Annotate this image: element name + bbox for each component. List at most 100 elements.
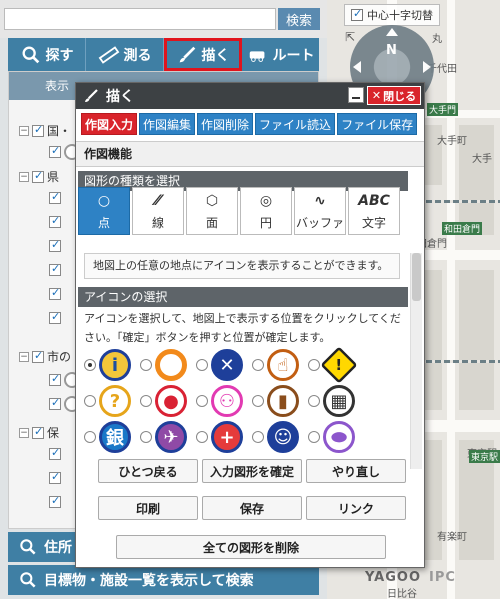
icon-radio[interactable] [308,359,320,371]
book-icon[interactable]: ▮ [267,385,299,417]
tree-checkbox[interactable] [32,123,44,137]
tab-draw-delete[interactable]: 作図削除 [197,113,254,135]
tree-item[interactable] [49,310,61,324]
icon-option[interactable]: ● [140,385,196,417]
icon-radio[interactable] [84,431,96,443]
pan-left-icon[interactable] [353,61,361,73]
tree-checkbox[interactable] [49,190,61,204]
tab-draw-input[interactable]: 作図入力 [81,113,138,135]
tree-item[interactable] [49,446,61,460]
icon-radio[interactable] [196,431,208,443]
expand-icon[interactable]: ⇱ [345,30,355,44]
link-button[interactable]: リンク [306,496,406,520]
tree-item[interactable] [49,238,61,252]
calendar-icon[interactable]: ▦ [323,385,355,417]
helicopter-icon[interactable]: ✈ [155,421,187,453]
shape-circle-button[interactable]: ◎ 円 [240,187,292,235]
tab-file-load[interactable]: ファイル読込 [255,113,336,135]
bicycle-icon[interactable]: ⚇ [211,385,243,417]
tree-item[interactable]: −保 [19,424,59,441]
tree-item[interactable] [49,470,61,484]
tree-checkbox[interactable] [49,446,61,460]
tree-item[interactable]: −県 [19,168,59,185]
tree-checkbox[interactable] [32,349,44,363]
tree-checkbox[interactable] [49,372,61,386]
icon-option[interactable]: ▦ [308,385,364,417]
icon-option[interactable] [140,349,196,381]
tree-item[interactable]: − 国・ [19,122,71,139]
info-icon[interactable]: i [99,349,131,381]
tree-checkbox[interactable] [49,310,61,324]
minimize-button[interactable] [348,87,364,103]
icon-option[interactable]: ✈ [140,421,196,453]
crosshair-checkbox[interactable] [351,7,363,21]
icon-radio[interactable] [196,395,208,407]
tree-checkbox[interactable] [49,238,61,252]
icon-radio[interactable] [84,395,96,407]
search-input[interactable] [4,8,276,30]
icon-option[interactable]: ⬬ [308,421,364,453]
undo-button[interactable]: ひとつ戻る [98,459,198,483]
tab-search[interactable]: 探す [8,38,86,71]
pan-up-icon[interactable] [386,28,398,36]
delete-all-shapes-button[interactable]: 全ての図形を削除 [116,535,386,559]
tree-checkbox[interactable] [49,262,61,276]
crosshair-toggle[interactable]: 中心十字切替 [344,4,440,26]
tree-checkbox[interactable] [49,396,61,410]
print-button[interactable]: 印刷 [98,496,198,520]
icon-radio[interactable] [308,431,320,443]
icon-option[interactable]: ☝ [252,349,308,381]
icon-option[interactable]: ☺ [252,421,308,453]
icon-radio[interactable] [252,431,264,443]
confirm-shape-button[interactable]: 入力図形を確定 [202,459,302,483]
cross-icon[interactable]: ✕ [211,349,243,381]
redo-button[interactable]: やり直し [306,459,406,483]
icon-option[interactable]: ! [308,346,364,384]
tab-draw[interactable]: 描く [164,38,242,71]
save-button[interactable]: 保存 [202,496,302,520]
shape-polygon-button[interactable]: ⬡ 面 [186,187,238,235]
close-button[interactable]: ✕ 閉じる [367,86,421,105]
tree-item[interactable]: − 市の [19,348,71,365]
pin-icon[interactable]: ● [155,385,187,417]
collapse-icon[interactable]: − [19,171,29,182]
collapse-icon[interactable]: − [19,351,29,362]
shape-line-button[interactable]: ⁄⁄ 線 [132,187,184,235]
tree-item[interactable] [49,190,61,204]
icon-radio[interactable] [140,359,152,371]
shape-text-button[interactable]: ABC 文字 [348,187,400,235]
ring-icon[interactable] [155,349,187,381]
icon-option[interactable]: + [196,421,252,453]
tree-checkbox[interactable] [49,286,61,300]
medicine-icon[interactable]: ⬬ [323,421,355,453]
dialog-scrollbar[interactable] [410,253,422,469]
bank-icon[interactable]: 銀 [99,421,131,453]
warning-icon[interactable]: ! [320,346,358,384]
icon-radio[interactable] [252,359,264,371]
tree-item[interactable] [49,494,61,508]
icon-option[interactable]: 銀 [84,421,140,453]
tab-file-save[interactable]: ファイル保存 [337,113,418,135]
tab-measure[interactable]: 測る [86,38,164,71]
tree-checkbox[interactable] [49,470,61,484]
scrollbar-thumb[interactable] [412,253,421,301]
icon-option[interactable]: ⚇ [196,385,252,417]
smile-icon[interactable]: ☺ [267,421,299,453]
icon-radio[interactable] [308,395,320,407]
collapse-icon[interactable]: − [19,427,29,438]
icon-option[interactable]: ✕ [196,349,252,381]
icon-radio[interactable] [84,359,96,371]
tree-checkbox[interactable] [49,494,61,508]
icon-radio[interactable] [196,359,208,371]
icon-radio[interactable] [252,395,264,407]
tree-item[interactable] [49,262,61,276]
tree-checkbox[interactable] [32,169,44,183]
tree-checkbox[interactable] [32,425,44,439]
shape-buffer-button[interactable]: ∿ バッファ [294,187,346,235]
tree-item[interactable] [49,214,61,228]
tree-checkbox[interactable] [49,214,61,228]
hospital-icon[interactable]: + [211,421,243,453]
icon-option[interactable]: ▮ [252,385,308,417]
landmark-search-bar[interactable]: 目標物・施設一覧を表示して検索 [8,565,319,595]
collapse-icon[interactable]: − [19,125,29,136]
